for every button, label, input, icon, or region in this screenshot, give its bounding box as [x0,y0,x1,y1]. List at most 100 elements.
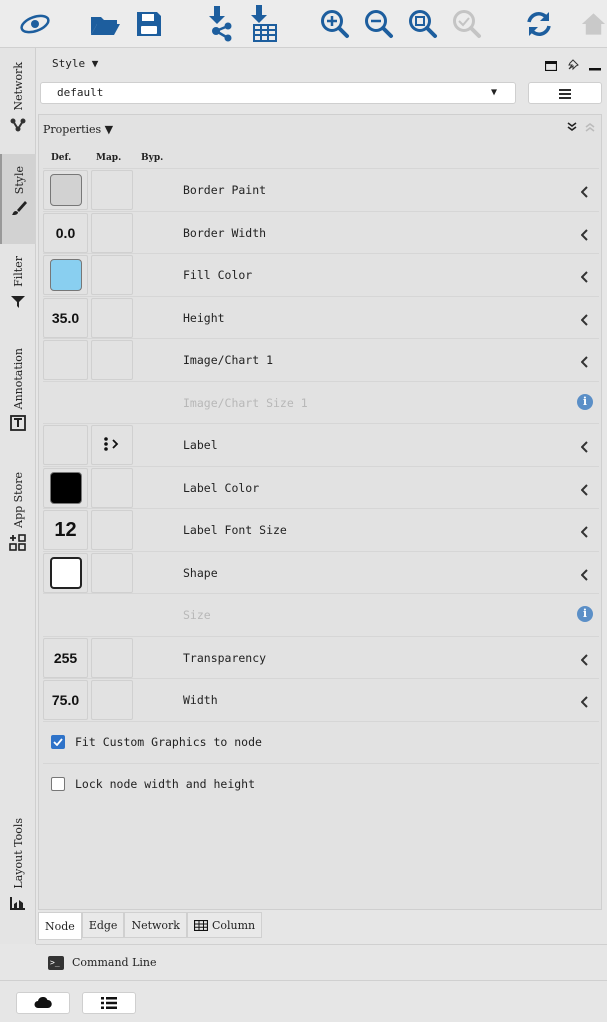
open-folder-icon[interactable] [86,5,124,43]
side-tab-annotation[interactable]: Annotation [0,348,36,435]
info-icon[interactable]: i [577,606,593,622]
style-select[interactable]: default ▼ [40,82,516,104]
chevron-left-icon[interactable] [580,183,589,202]
side-tab-style[interactable]: Style [0,154,36,244]
checkbox-row[interactable]: Lock node width and height [43,762,599,805]
mapping-cell[interactable] [91,637,133,678]
expand-all-icon[interactable] [567,121,577,135]
property-row[interactable]: Fill Color [43,253,599,296]
default-value-cell[interactable]: 0.0 [43,212,88,253]
cloud-button[interactable] [16,992,70,1014]
default-value-cell[interactable] [43,170,88,210]
properties-title[interactable]: Properties ▼ [43,123,113,136]
chevron-left-icon[interactable] [580,566,589,585]
minimize-icon[interactable] [589,56,601,75]
default-value: 255 [53,649,78,666]
style-menu-button[interactable] [528,82,602,104]
property-row[interactable]: 255 Transparency [43,635,599,679]
mapping-cell[interactable] [91,170,133,210]
checkbox-row[interactable]: Fit Custom Graphics to node [43,720,599,763]
task-list-button[interactable] [82,992,136,1014]
side-tab-label: Style [12,166,26,195]
mapping-cell[interactable] [91,510,133,550]
side-tab-layout-tools[interactable]: Layout Tools [0,818,36,914]
property-label: Width [183,693,218,707]
tab-edge[interactable]: Edge [81,912,125,938]
side-tab-app-store[interactable]: App Store [0,472,36,556]
checkbox-checked[interactable] [51,735,65,749]
default-value-cell[interactable]: 255 [43,637,88,678]
default-value-cell[interactable] [43,467,88,508]
annotation-icon [10,415,26,435]
checkbox-label: Lock node width and height [75,777,256,791]
layout-tools-icon [10,895,26,914]
side-tab-filter[interactable]: Filter [0,256,36,312]
collapse-all-icon[interactable] [585,121,595,135]
property-row[interactable]: 75.0 Width [43,678,599,721]
property-row[interactable]: Shape [43,550,599,594]
default-value-cell[interactable] [43,552,88,593]
import-network-icon[interactable] [200,5,238,43]
info-icon[interactable]: i [577,393,593,410]
zoom-fit-icon[interactable] [404,5,442,43]
mapping-cell[interactable] [91,212,133,253]
property-row[interactable]: 35.0 Height [43,295,599,339]
float-window-icon[interactable] [544,56,558,75]
chevron-left-icon[interactable] [580,353,589,372]
default-value-cell[interactable]: 12 [43,510,88,550]
chevron-left-icon[interactable] [580,268,589,287]
chevron-left-icon[interactable] [580,523,589,542]
home-icon[interactable] [580,5,607,43]
property-label: Label [183,438,218,452]
mapping-cell[interactable] [91,552,133,593]
tab-column[interactable]: Column [186,912,263,938]
cytoscape-logo-icon[interactable] [16,5,54,43]
chevron-left-icon[interactable] [580,438,589,457]
mapping-cell[interactable] [91,340,133,380]
side-tab-network[interactable]: Network [0,62,36,136]
property-row[interactable]: Label Color [43,465,599,509]
property-row[interactable]: 0.0 Border Width [43,210,599,254]
property-row[interactable]: Border Paint [43,168,599,211]
tab-network[interactable]: Network [124,912,187,938]
mapping-cell[interactable] [91,297,133,338]
default-value-cell[interactable] [43,425,88,465]
save-icon[interactable] [130,5,168,43]
chevron-left-icon[interactable] [580,226,589,245]
command-line-bar[interactable]: >_ Command Line [36,944,607,980]
default-value-cell[interactable]: 75.0 [43,680,88,720]
refresh-icon[interactable] [520,5,558,43]
import-table-icon[interactable] [244,5,282,43]
list-icon [101,994,117,1013]
property-row[interactable]: 12 Label Font Size [43,508,599,551]
chevron-left-icon[interactable] [580,651,589,670]
pin-icon[interactable] [567,56,579,75]
column-header-def: Def. [51,153,72,163]
color-swatch [49,174,82,206]
zoom-selected-icon[interactable] [448,5,486,43]
zoom-out-icon[interactable] [360,5,398,43]
brush-icon [11,200,27,220]
properties-panel: Properties ▼ Def. Map. Byp. Border Paint… [38,114,602,910]
cloud-icon [34,994,52,1013]
main-toolbar [0,0,607,48]
chevron-left-icon[interactable] [580,693,589,712]
property-row[interactable]: Image/Chart 1 [43,338,599,381]
mapping-cell[interactable] [91,425,133,465]
mapping-cell[interactable] [91,467,133,508]
default-value-cell[interactable]: 35.0 [43,297,88,338]
chevron-left-icon[interactable] [580,481,589,500]
tab-label: Edge [88,918,118,932]
default-value-cell[interactable] [43,255,88,295]
style-panel-title[interactable]: Style ▼ [52,57,98,70]
side-tab-label: Network [11,62,25,111]
mapping-cell[interactable] [91,680,133,720]
tab-node[interactable]: Node [38,912,82,940]
default-value-cell[interactable] [43,340,88,380]
checkbox-unchecked[interactable] [51,777,65,791]
mapping-cell[interactable] [91,255,133,295]
zoom-in-icon[interactable] [316,5,354,43]
property-row[interactable]: Label [43,423,599,466]
property-label: Height [183,310,225,325]
chevron-left-icon[interactable] [580,311,589,330]
